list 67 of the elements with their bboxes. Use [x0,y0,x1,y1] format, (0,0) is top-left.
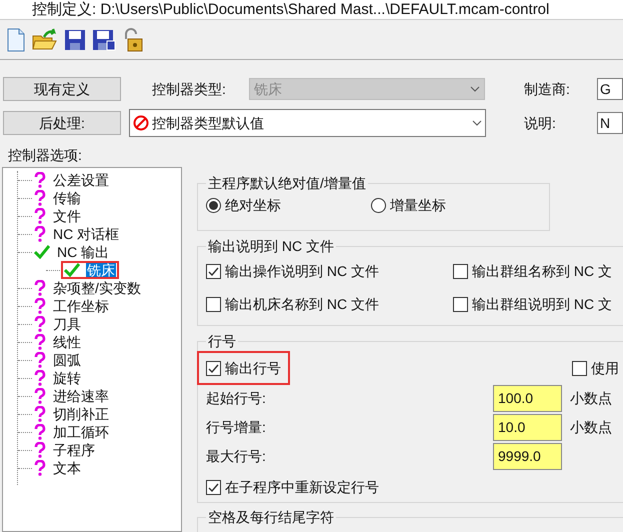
checkbox[interactable] [572,360,587,376]
radio-label: 增量坐标 [390,196,446,215]
description-field[interactable]: N [597,112,623,134]
checkbox[interactable] [206,297,221,312]
open-folder-icon[interactable] [32,28,58,52]
tree-item[interactable]: 刀具 [52,316,82,332]
checkbox-label: 输出行号 [225,358,281,378]
controller-options-label: 控制器选项: [8,146,83,164]
tree-item[interactable]: 铣床 [86,262,116,278]
tree-item[interactable]: 公差设置 [52,172,110,188]
group-title: 输出说明到 NC 文件 [206,237,336,255]
new-file-icon[interactable] [6,28,26,52]
checkbox[interactable] [206,264,221,279]
checkbox[interactable] [453,297,468,312]
tree-item[interactable]: 文件 [52,208,82,224]
tree-item[interactable]: 线性 [52,334,82,350]
tree-item[interactable]: 旋转 [52,370,82,386]
save-as-icon[interactable] [92,28,116,50]
number-field[interactable]: 9999.0 [493,443,562,470]
number-field[interactable]: 100.0 [493,385,562,412]
checkbox[interactable] [206,360,221,376]
radio-button[interactable] [371,198,386,213]
post-processor-button[interactable]: 后处理: [3,111,121,135]
tree-item[interactable]: NC 输出 [56,244,110,260]
controller-type-value: 铣床 [254,80,282,98]
checkbox-label: 输出操作说明到 NC 文件 [225,262,379,281]
save-icon[interactable] [64,28,86,50]
controller-type-label: 控制器类型: [152,80,227,98]
radio-button[interactable] [206,198,221,213]
tree-item[interactable]: 工作坐标 [52,298,110,314]
number-field[interactable]: 10.0 [493,414,562,441]
unlock-icon[interactable] [122,28,144,52]
post-processor-dropdown[interactable]: 控制器类型默认值 [129,109,486,137]
tree-item[interactable]: 文本 [52,460,82,476]
radio-label: 绝对坐标 [225,196,281,215]
tree-item[interactable]: 杂项整/实变数 [52,280,142,296]
post-processor-value: 控制器类型默认值 [152,114,264,132]
checkbox-label: 输出群组说明到 NC 文 [472,295,612,314]
tree-item[interactable]: 传输 [52,190,82,206]
field-label: 最大行号: [206,447,267,466]
tree-item[interactable]: 圆弧 [52,352,82,368]
group-title: 主程序默认绝对值/增量值 [206,174,368,192]
field-note: 小数点 [570,418,612,437]
checkbox-label: 输出群组名称到 NC 文 [472,262,612,281]
tree-item[interactable]: 子程序 [52,442,96,458]
tree-item[interactable]: 切削补正 [52,406,110,422]
description-label: 说明: [524,114,557,132]
checkbox-label: 在子程序中重新设定行号 [225,478,379,497]
tree-item[interactable]: NC 对话框 [52,226,120,242]
prohibited-icon [133,115,149,131]
field-label: 起始行号: [206,389,267,408]
field-label: 行号增量: [206,418,267,437]
group-title: 空格及每行结尾字符 [206,508,336,526]
existing-definitions-button[interactable]: 现有定义 [3,77,121,101]
manufacturer-label: 制造商: [524,80,571,98]
checkbox-label: 输出机床名称到 NC 文件 [225,295,379,314]
checkbox[interactable] [206,480,221,495]
chevron-down-icon [470,86,480,92]
window-title: 控制定义: D:\Users\Public\Documents\Shared Mast...\DEFAULT.mcam-control [32,0,550,18]
chevron-down-icon [472,120,482,126]
tree-item[interactable]: 加工循环 [52,424,110,440]
tree-item[interactable]: 进给速率 [52,388,110,404]
group-title: 行号 [206,332,238,350]
checkbox-label: 使用 [591,358,619,378]
manufacturer-field[interactable]: G [597,78,623,100]
checkbox[interactable] [453,264,468,279]
field-note: 小数点 [570,389,612,408]
